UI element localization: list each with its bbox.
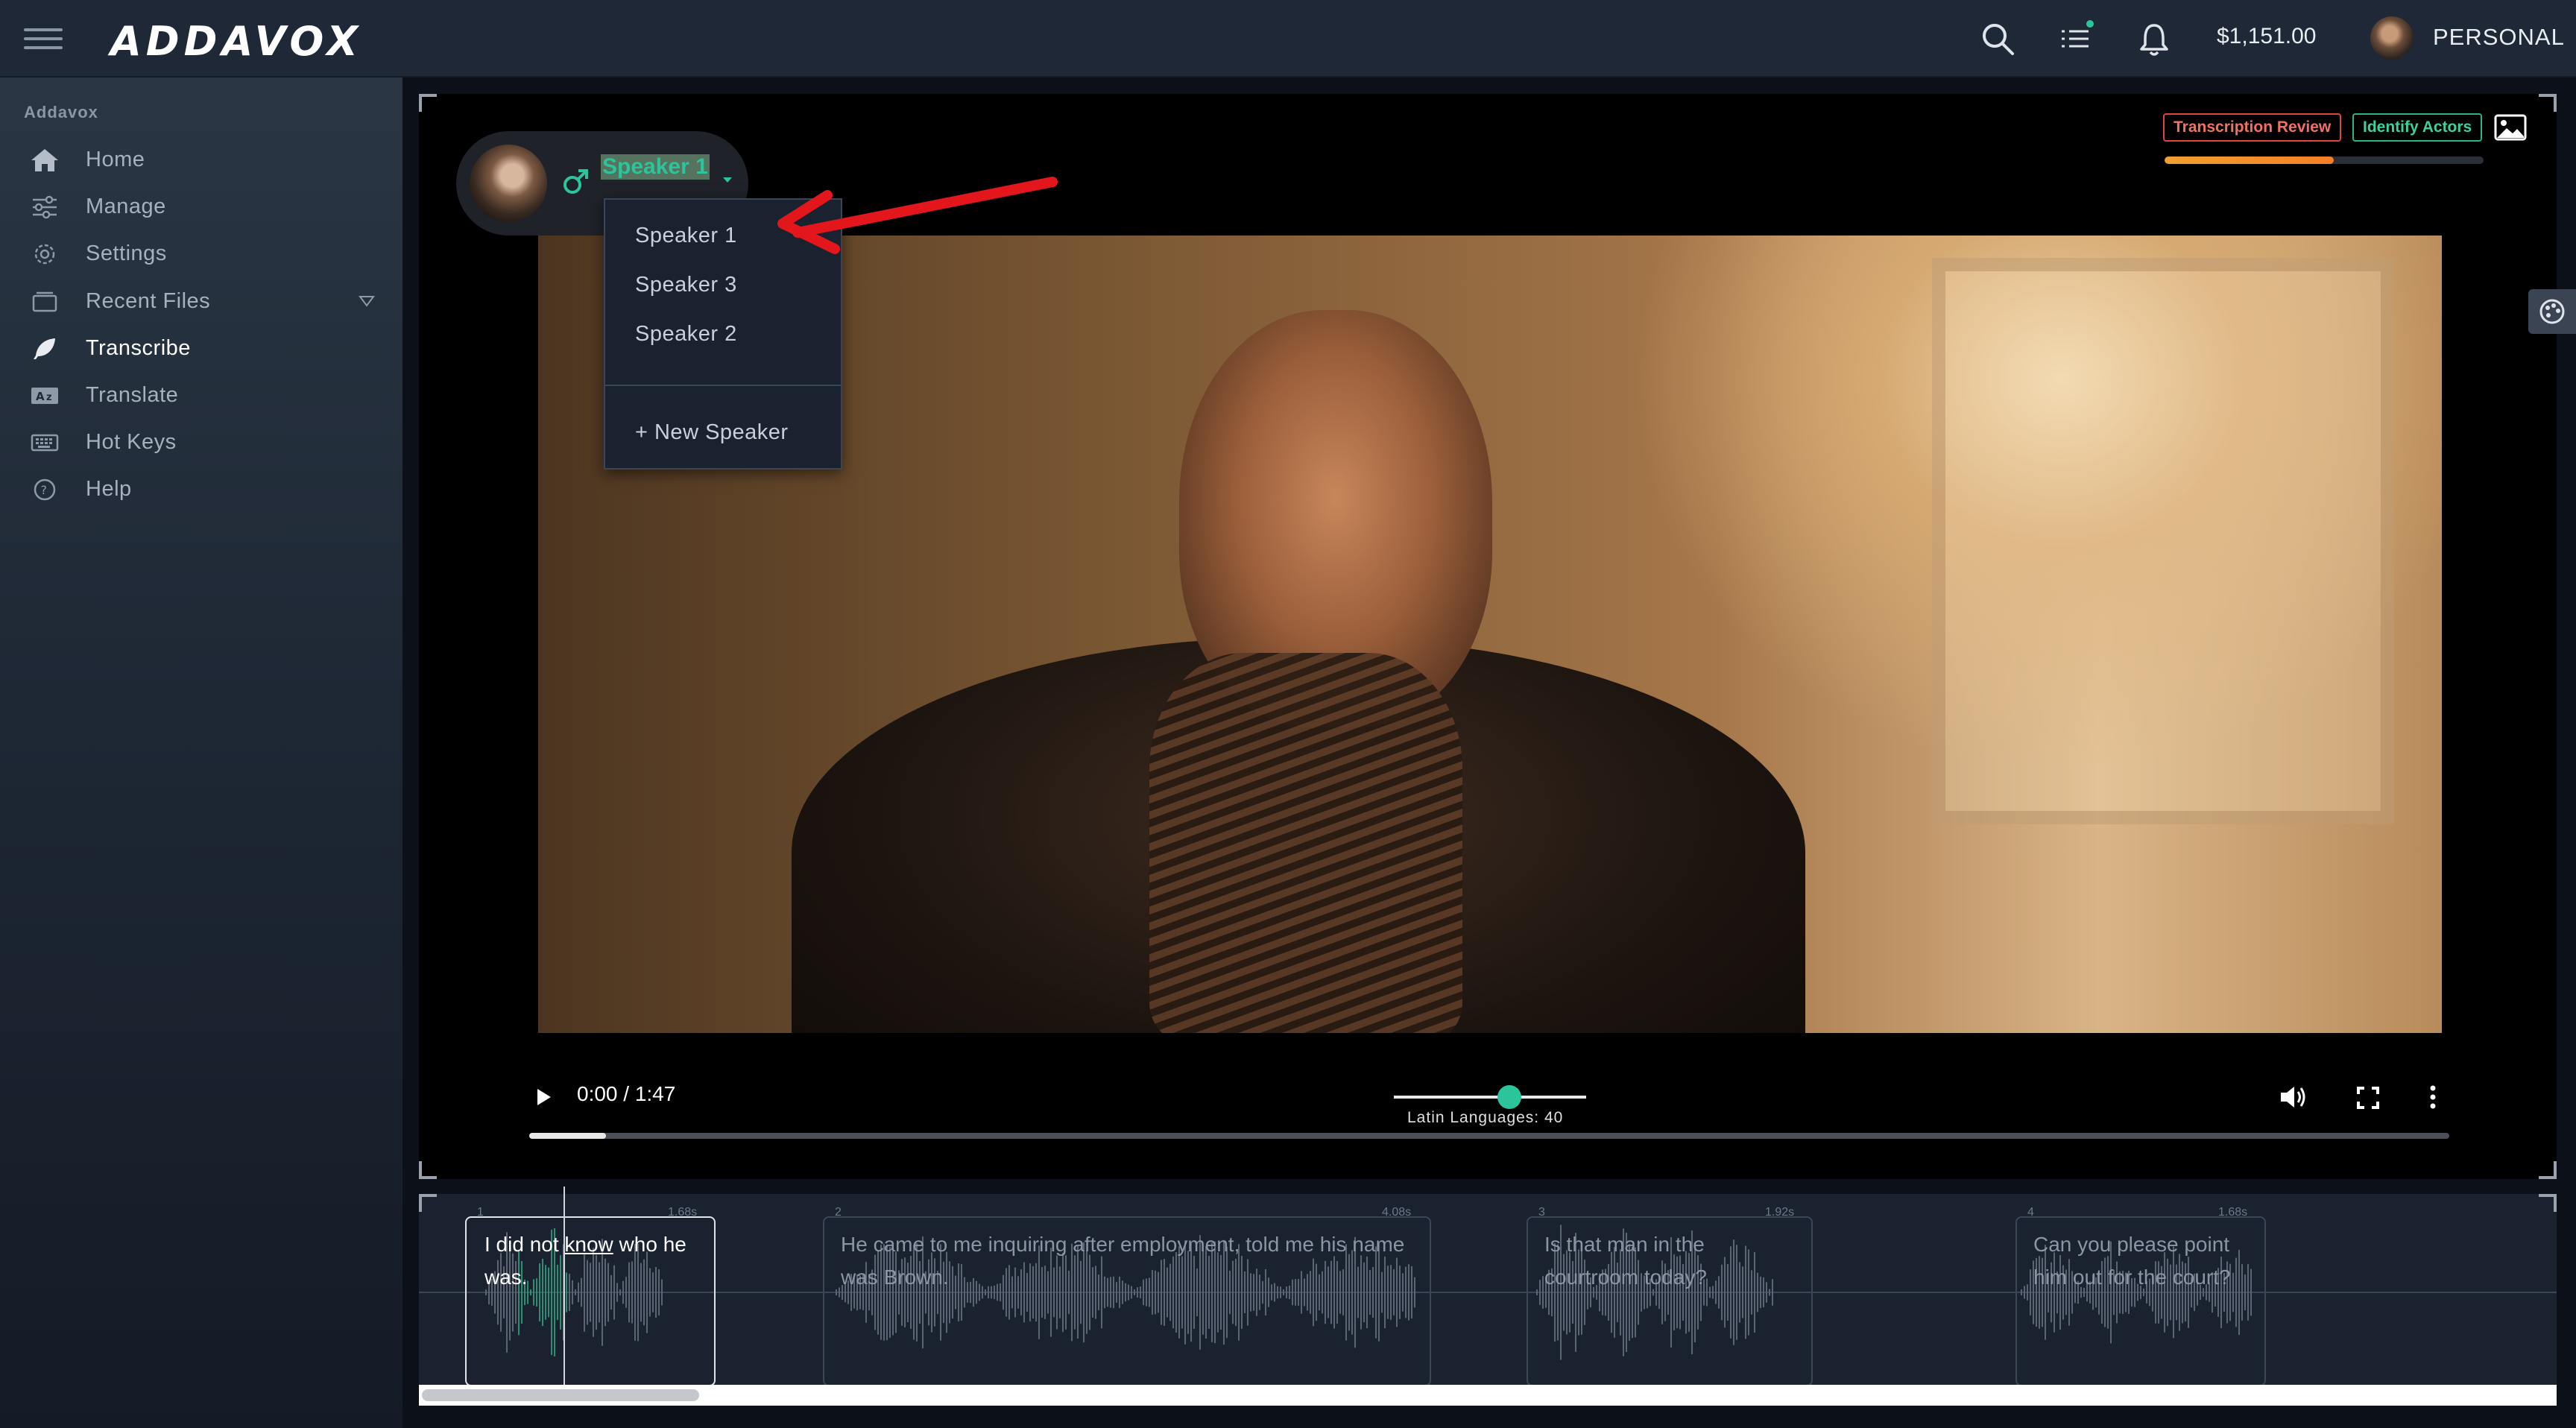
segment-number: 3 <box>1538 1206 1545 1219</box>
seek-bar-played <box>529 1133 607 1139</box>
account-menu[interactable]: PERSONAL <box>2433 24 2565 51</box>
sidebar-item-label: Recent Files <box>86 289 211 313</box>
segment-duration: 4.08s <box>1382 1206 1412 1219</box>
home-icon <box>31 149 58 171</box>
speaker-avatar <box>470 145 547 222</box>
sidebar-item-label: Settings <box>86 241 167 265</box>
speaker-option[interactable]: Speaker 2 <box>635 322 737 347</box>
sidebar-item-label: Manage <box>86 195 166 218</box>
panel-corner <box>2539 1161 2557 1179</box>
sidebar-item-hot-keys[interactable]: Hot Keys <box>0 420 402 464</box>
fullscreen-icon[interactable] <box>2355 1085 2381 1111</box>
segment-duration: 1.68s <box>2218 1206 2248 1219</box>
sidebar-item-translate[interactable]: A z Translate <box>0 373 402 417</box>
playhead-cursor[interactable] <box>564 1187 565 1385</box>
video-window-light <box>1932 258 2394 824</box>
more-vertical-icon[interactable] <box>2427 1084 2439 1111</box>
search-icon[interactable] <box>1978 19 2017 58</box>
sidebar-item-label: Hot Keys <box>86 430 177 454</box>
svg-text:?: ? <box>41 483 48 497</box>
sidebar-item-transcribe[interactable]: Transcribe <box>0 326 402 370</box>
language-slider-track[interactable] <box>1394 1096 1586 1099</box>
palette-icon <box>2539 299 2565 324</box>
top-bar: ADDAVOX $1,151.00 PERSONAL <box>0 0 2576 78</box>
playback-time: 0:00 / 1:47 <box>577 1082 676 1105</box>
language-slider-label: Latin Languages: 40 <box>1407 1109 1564 1126</box>
speaker-name[interactable]: Speaker 1 <box>601 154 710 180</box>
account-balance: $1,151.00 <box>2217 24 2317 48</box>
sidebar-item-help[interactable]: ? Help <box>0 467 402 511</box>
sidebar-item-manage[interactable]: Manage <box>0 184 402 229</box>
panel-corner <box>419 1161 437 1179</box>
speaker-dropdown-menu: Speaker 1 Speaker 3 Speaker 2 + New Spea… <box>604 198 842 470</box>
review-progress-bar <box>2165 157 2484 164</box>
task-list-icon[interactable] <box>2057 19 2096 58</box>
sliders-icon <box>33 195 57 219</box>
bell-icon[interactable] <box>2135 19 2174 58</box>
user-avatar[interactable] <box>2370 16 2414 60</box>
transcript-timeline[interactable]: 1 1.68s I did not know who he was. 2 4.0… <box>419 1194 2557 1385</box>
segment-text[interactable]: He came to me inquiring after employment… <box>841 1228 1422 1294</box>
speaker-option[interactable]: Speaker 3 <box>635 273 737 297</box>
app-logo[interactable]: ADDAVOX <box>110 18 362 65</box>
video-subject-scarf <box>1149 653 1462 1033</box>
sidebar-title: Addavox <box>24 103 98 121</box>
new-speaker-option[interactable]: + New Speaker <box>635 420 789 445</box>
folder-icon <box>32 291 57 312</box>
segment-text[interactable]: I did not know who he was. <box>484 1228 708 1294</box>
menu-divider <box>605 385 841 386</box>
feather-icon <box>34 338 55 359</box>
svg-text:A: A <box>36 390 45 403</box>
sidebar-item-label: Home <box>86 148 145 171</box>
palette-tab[interactable] <box>2528 289 2576 334</box>
help-circle-icon: ? <box>34 478 56 501</box>
speaker-option[interactable]: Speaker 1 <box>635 224 737 248</box>
sidebar: Addavox Home Manage Settings Recent File… <box>0 78 402 1428</box>
keyboard-icon <box>31 434 59 452</box>
svg-text:z: z <box>46 392 52 403</box>
panel-corner <box>2539 94 2557 112</box>
chevron-down-icon[interactable] <box>358 294 376 309</box>
segment-text[interactable]: Is that man in the courtroom today? <box>1544 1228 1768 1294</box>
segment-highlight-word[interactable]: know <box>564 1233 613 1256</box>
gear-icon <box>34 244 55 265</box>
segment-text-part: I did not <box>484 1233 565 1256</box>
volume-icon[interactable] <box>2278 1084 2308 1111</box>
transcription-review-badge[interactable]: Transcription Review <box>2163 113 2342 142</box>
timeline-scrollbar[interactable] <box>419 1385 2557 1406</box>
sidebar-item-label: Transcribe <box>86 336 191 360</box>
review-progress-fill <box>2165 157 2334 164</box>
language-slider-knob[interactable] <box>1497 1085 1521 1109</box>
segment-duration: 1.68s <box>668 1206 698 1219</box>
sidebar-item-settings[interactable]: Settings <box>0 231 402 276</box>
segment-number: 1 <box>477 1206 484 1219</box>
sidebar-item-recent-files[interactable]: Recent Files <box>0 279 402 323</box>
seek-bar[interactable] <box>529 1133 2449 1139</box>
segment-duration: 1.92s <box>1765 1206 1795 1219</box>
sidebar-item-label: Help <box>86 477 132 501</box>
identify-actors-badge[interactable]: Identify Actors <box>2352 113 2483 142</box>
panel-corner <box>419 94 437 112</box>
image-icon[interactable] <box>2494 113 2527 142</box>
segment-text[interactable]: Can you please point him out for the cou… <box>2033 1228 2257 1294</box>
scrollbar-thumb[interactable] <box>422 1389 699 1401</box>
play-icon[interactable] <box>532 1085 555 1109</box>
sidebar-item-label: Translate <box>86 383 179 407</box>
menu-icon[interactable] <box>24 28 63 49</box>
segment-number: 2 <box>835 1206 842 1219</box>
male-gender-icon <box>564 169 588 194</box>
page-bottom <box>402 1406 2576 1428</box>
segment-number: 4 <box>2027 1206 2034 1219</box>
sidebar-item-home[interactable]: Home <box>0 137 402 182</box>
translate-icon: A z <box>31 388 58 404</box>
chevron-down-icon[interactable] <box>723 177 732 183</box>
